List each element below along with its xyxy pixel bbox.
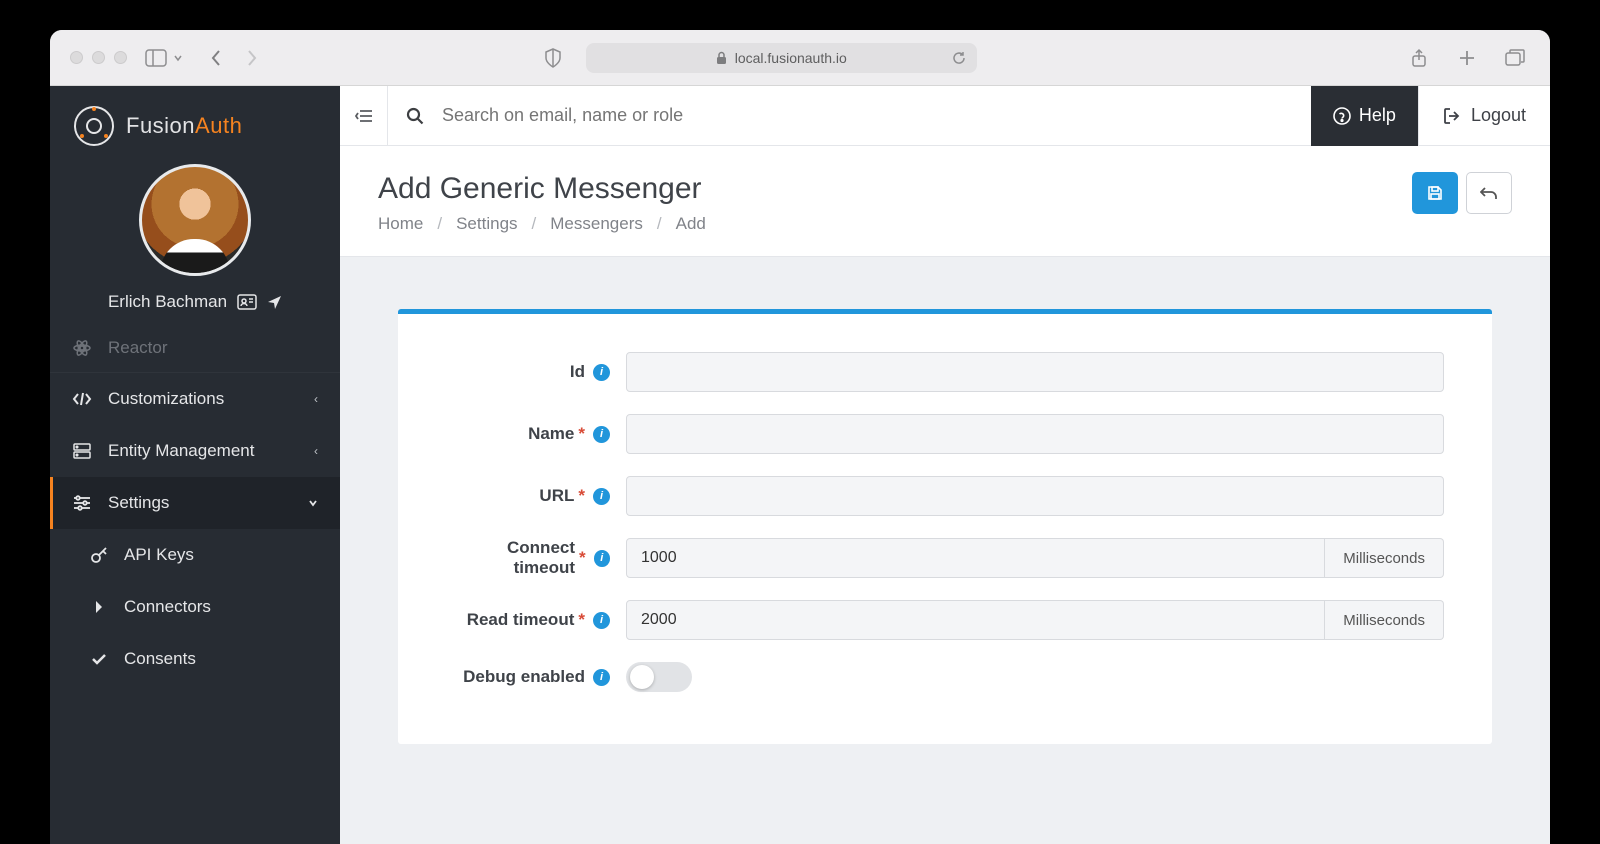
save-icon <box>1427 185 1443 201</box>
connect-timeout-input[interactable] <box>626 538 1325 578</box>
user-profile[interactable]: Erlich Bachman <box>50 156 340 336</box>
new-tab-icon[interactable] <box>1452 44 1482 72</box>
logo-text: FusionAuth <box>126 113 242 139</box>
sidebar-collapse-button[interactable] <box>340 86 388 146</box>
topbar: Help Logout <box>340 86 1550 146</box>
server-icon <box>72 443 92 459</box>
search-icon <box>406 107 424 125</box>
lock-icon <box>716 51 727 65</box>
form-row-debug: Debug enabledi <box>446 662 1444 692</box>
location-icon[interactable] <box>267 295 282 310</box>
unit-label: Milliseconds <box>1325 600 1444 640</box>
breadcrumb-item[interactable]: Home <box>378 214 423 234</box>
sidebar-subitem-connectors[interactable]: Connectors <box>50 581 340 633</box>
avatar <box>139 164 251 276</box>
logout-button[interactable]: Logout <box>1418 86 1550 146</box>
sliders-icon <box>72 495 92 511</box>
sidebar-item-customizations[interactable]: Customizations ‹ <box>50 372 340 425</box>
sidebar-item-entity-management[interactable]: Entity Management ‹ <box>50 425 340 477</box>
search-wrap <box>388 105 1311 126</box>
page-header: Add Generic Messenger Home / Settings / … <box>340 146 1550 257</box>
browser-forward-button[interactable] <box>237 44 267 72</box>
sidebar-subitem-consents[interactable]: Consents <box>50 633 340 685</box>
breadcrumb-item[interactable]: Settings <box>456 214 517 234</box>
sidebar: FusionAuth Erlich Bachman Reactor Custom… <box>50 86 340 844</box>
tabs-overview-icon[interactable] <box>1500 44 1530 72</box>
sidebar-item-settings[interactable]: Settings <box>50 477 340 529</box>
privacy-shield-icon[interactable] <box>538 44 568 72</box>
breadcrumb-item[interactable]: Messengers <box>550 214 643 234</box>
form-panel: Idi Name*i URL*i Connect timeout*i <box>398 309 1492 744</box>
unit-label: Milliseconds <box>1325 538 1444 578</box>
url-input[interactable] <box>626 476 1444 516</box>
read-timeout-input[interactable] <box>626 600 1325 640</box>
content-area: Help Logout Add Generic Messenger Home /… <box>340 86 1550 844</box>
traffic-minimize[interactable] <box>92 51 105 64</box>
browser-sidebar-toggle[interactable] <box>145 49 183 67</box>
info-icon[interactable]: i <box>593 612 610 629</box>
help-button[interactable]: Help <box>1311 86 1418 146</box>
traffic-lights <box>70 51 127 64</box>
address-bar[interactable]: local.fusionauth.io <box>586 43 977 73</box>
browser-window: local.fusionauth.io FusionAuth Erlich Ba… <box>50 30 1550 844</box>
save-button[interactable] <box>1412 172 1458 214</box>
breadcrumb: Home / Settings / Messengers / Add <box>378 214 706 234</box>
traffic-close[interactable] <box>70 51 83 64</box>
nav: Reactor Customizations ‹ Entity Manageme… <box>50 336 340 844</box>
key-icon <box>90 546 108 564</box>
form-row-name: Name*i <box>446 414 1444 454</box>
help-icon <box>1333 107 1351 125</box>
form-row-connect-timeout: Connect timeout*i Milliseconds <box>446 538 1444 578</box>
undo-icon <box>1480 186 1498 200</box>
info-icon[interactable]: i <box>594 550 610 567</box>
chevron-right-icon <box>90 600 108 614</box>
share-icon[interactable] <box>1404 44 1434 72</box>
reload-icon[interactable] <box>951 50 967 66</box>
browser-back-button[interactable] <box>201 44 231 72</box>
check-icon <box>90 653 108 665</box>
form-row-url: URL*i <box>446 476 1444 516</box>
info-icon[interactable]: i <box>593 488 610 505</box>
name-input[interactable] <box>626 414 1444 454</box>
page-title: Add Generic Messenger <box>378 172 706 206</box>
info-icon[interactable]: i <box>593 426 610 443</box>
app-root: FusionAuth Erlich Bachman Reactor Custom… <box>50 86 1550 844</box>
info-icon[interactable]: i <box>593 669 610 686</box>
search-input[interactable] <box>442 105 1293 126</box>
traffic-maximize[interactable] <box>114 51 127 64</box>
form-row-read-timeout: Read timeout*i Milliseconds <box>446 600 1444 640</box>
info-icon[interactable]: i <box>593 364 610 381</box>
logout-icon <box>1443 107 1461 125</box>
debug-toggle[interactable] <box>626 662 692 692</box>
address-text: local.fusionauth.io <box>735 50 847 66</box>
form-row-id: Idi <box>446 352 1444 392</box>
logo-mark-icon <box>74 106 114 146</box>
chevron-left-icon: ‹ <box>314 444 318 458</box>
back-button[interactable] <box>1466 172 1512 214</box>
sidebar-item-reactor[interactable]: Reactor <box>50 336 340 372</box>
id-input[interactable] <box>626 352 1444 392</box>
user-name: Erlich Bachman <box>108 292 227 312</box>
sidebar-subitem-api-keys[interactable]: API Keys <box>50 529 340 581</box>
reactor-icon <box>72 339 92 357</box>
chevron-down-icon <box>308 499 318 507</box>
breadcrumb-item: Add <box>676 214 706 234</box>
chevron-left-icon: ‹ <box>314 392 318 406</box>
form-panel-wrap: Idi Name*i URL*i Connect timeout*i <box>340 257 1550 744</box>
browser-titlebar: local.fusionauth.io <box>50 30 1550 86</box>
code-icon <box>72 392 92 406</box>
id-card-icon[interactable] <box>237 294 257 310</box>
logo[interactable]: FusionAuth <box>50 86 340 156</box>
